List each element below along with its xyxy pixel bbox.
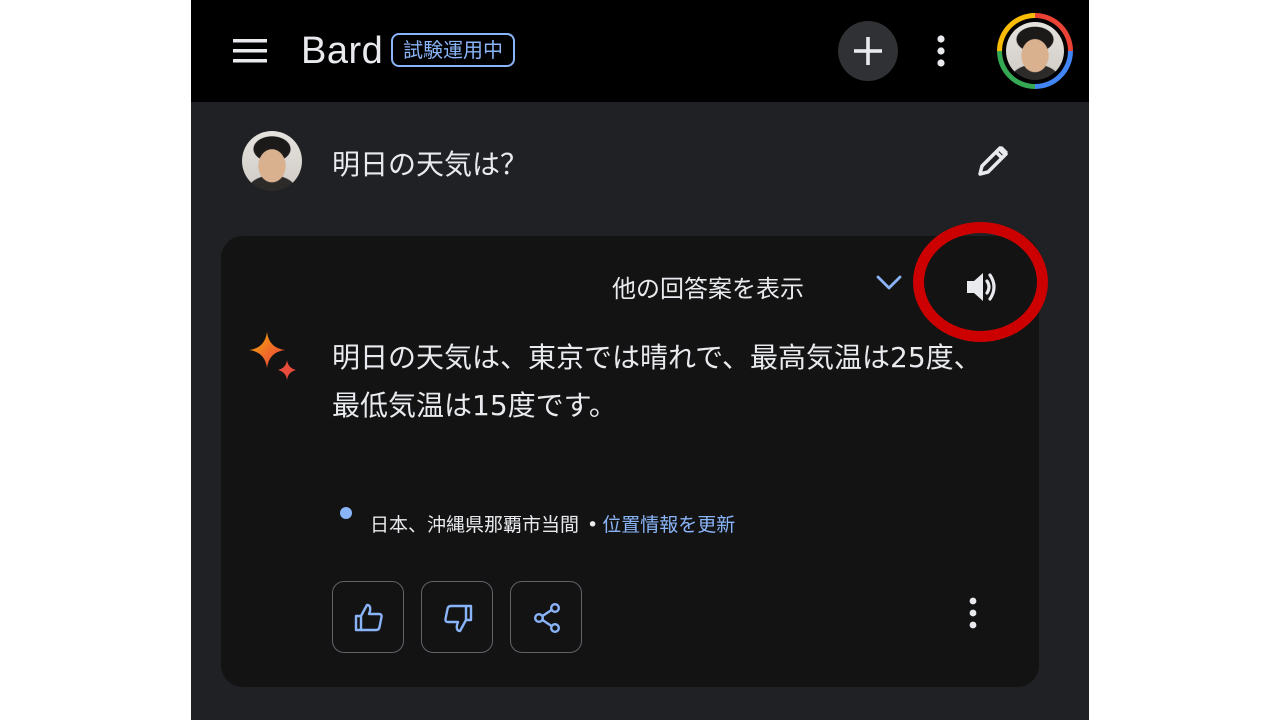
account-avatar-button[interactable] <box>997 13 1073 89</box>
thumbs-up-icon <box>354 603 383 632</box>
view-other-drafts-button[interactable]: 他の回答案を表示 <box>612 269 804 304</box>
location-info: 日本、沖縄県那覇市当間 • 位置情報を更新 <box>370 510 735 537</box>
thumbs-down-icon <box>444 604 473 633</box>
edit-prompt-button[interactable] <box>974 142 1012 180</box>
bard-app-screen: Bard 試験運用中 明日の天気は？ 他の回答案を表示 明日の天気は、東京では晴… <box>191 0 1089 720</box>
speaker-icon <box>967 273 996 301</box>
app-title: Bard <box>301 30 384 72</box>
app-bar: Bard 試験運用中 <box>191 0 1089 102</box>
location-text: 日本、沖縄県那覇市当間 <box>370 514 580 536</box>
avatar <box>1006 22 1064 80</box>
response-line-1: 明日の天気は、東京では晴れで、最高気温は25度、 <box>332 341 982 374</box>
plus-icon <box>854 37 882 65</box>
thumbs-down-button[interactable] <box>421 581 493 653</box>
location-dot-icon <box>340 507 352 519</box>
listen-button[interactable] <box>951 259 1015 315</box>
response-line-2: 最低気温は15度です。 <box>332 389 617 422</box>
experiment-badge: 試験運用中 <box>391 33 515 67</box>
vertical-dots-icon <box>937 35 945 67</box>
location-separator: • <box>587 514 599 536</box>
update-location-link[interactable]: 位置情報を更新 <box>602 514 735 536</box>
bard-sparkle-icon <box>247 330 299 382</box>
thumbs-up-button[interactable] <box>332 581 404 653</box>
response-text: 明日の天気は、東京では晴れで、最高気温は25度、 最低気温は15度です。 <box>332 334 1012 430</box>
vertical-dots-icon <box>969 597 977 629</box>
chevron-down-icon[interactable] <box>875 270 903 294</box>
share-icon <box>533 603 561 634</box>
share-button[interactable] <box>510 581 582 653</box>
response-more-button[interactable] <box>961 596 985 630</box>
new-chat-button[interactable] <box>838 21 898 81</box>
more-options-button[interactable] <box>929 34 953 68</box>
user-avatar <box>242 131 302 191</box>
hamburger-menu-icon[interactable] <box>231 36 271 66</box>
pencil-icon <box>978 146 1008 176</box>
user-prompt-text: 明日の天気は？ <box>332 148 529 181</box>
